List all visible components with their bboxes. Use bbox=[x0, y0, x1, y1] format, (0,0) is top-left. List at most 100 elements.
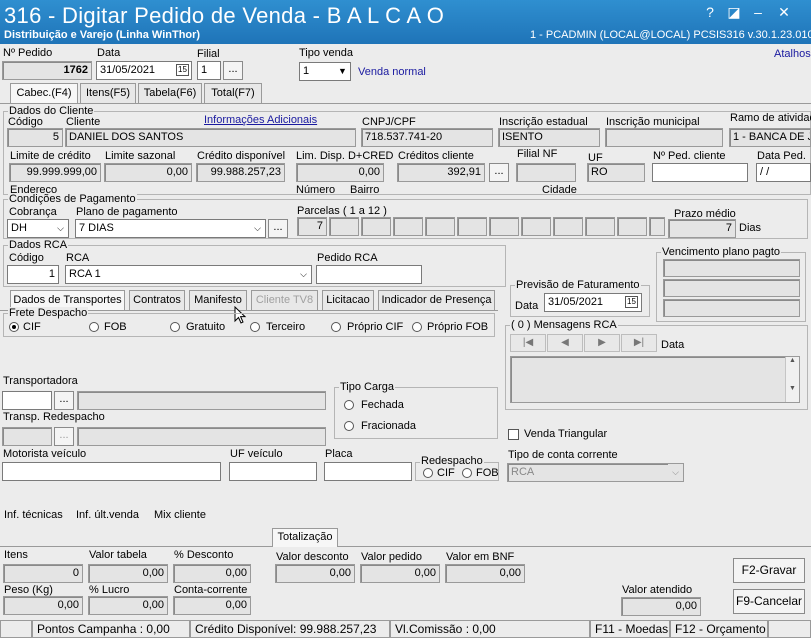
frete-cif-label: CIF bbox=[23, 321, 41, 333]
tab-totalizacao[interactable]: Totalização bbox=[272, 528, 338, 547]
status-f11-moedas[interactable]: F11 - Moedas bbox=[590, 620, 670, 638]
help-icon[interactable]: ? bbox=[698, 2, 722, 22]
conta-corrente-type-label: Tipo de conta corrente bbox=[508, 449, 618, 461]
status-f12-orcamento[interactable]: F12 - Orçamento bbox=[670, 620, 768, 638]
gravar-button[interactable]: F2-Gravar bbox=[733, 558, 805, 583]
tab-contratos[interactable]: Contratos bbox=[129, 290, 185, 310]
cliente-field: DANIEL DOS SANTOS bbox=[65, 128, 356, 147]
first-record-icon[interactable]: |◀ bbox=[510, 334, 546, 352]
chevron-down-icon: ▼ bbox=[335, 63, 350, 80]
parcela-5 bbox=[425, 217, 455, 236]
tab-cliente-tv8[interactable]: Cliente TV8 bbox=[251, 290, 318, 310]
rca-group-label: Dados RCA bbox=[8, 239, 69, 251]
tab-indicador-presenca[interactable]: Indicador de Presença bbox=[378, 290, 495, 310]
next-record-icon[interactable]: ▶ bbox=[584, 334, 620, 352]
tipo-venda-select[interactable]: 1 ▼ bbox=[299, 62, 351, 81]
redespacho-search-button[interactable]: ... bbox=[54, 427, 74, 446]
status-comissao: Vl.Comissão : 0,00 bbox=[390, 620, 590, 638]
limdisp-label: Lim. Disp. D+CRED bbox=[296, 150, 394, 162]
parcela-4 bbox=[393, 217, 423, 236]
status-credito: Crédito Disponível: 99.988.257,23 bbox=[190, 620, 390, 638]
transportadora-search-button[interactable]: ... bbox=[54, 391, 74, 410]
sazonal-field: 0,00 bbox=[104, 163, 192, 182]
placa-field[interactable] bbox=[324, 462, 412, 481]
mensagens-scrollbar[interactable]: ▲ ▼ bbox=[785, 357, 799, 402]
motorista-label: Motorista veículo bbox=[3, 448, 87, 460]
tipo-venda-desc: Venda normal bbox=[358, 66, 426, 78]
creditos-field: 392,91 bbox=[397, 163, 485, 182]
pedido-rca-label: Pedido RCA bbox=[317, 252, 378, 264]
tab-total[interactable]: Total(F7) bbox=[204, 83, 262, 103]
frete-cif-radio[interactable] bbox=[9, 322, 19, 332]
mix-cliente-link[interactable]: Mix cliente bbox=[154, 509, 206, 521]
valor-tabela-label: Valor tabela bbox=[89, 549, 147, 561]
cobranca-label: Cobrança bbox=[9, 206, 57, 218]
inf-tecnicas-link[interactable]: Inf. técnicas bbox=[4, 509, 63, 521]
filial-field[interactable]: 1 bbox=[197, 61, 221, 80]
venda-triangular-checkbox[interactable] bbox=[508, 429, 519, 440]
frete-gratuito-radio[interactable] bbox=[170, 322, 180, 332]
carga-fechada-radio[interactable] bbox=[344, 400, 354, 410]
close-icon[interactable]: ✕ bbox=[772, 2, 796, 22]
last-record-icon[interactable]: ▶| bbox=[621, 334, 657, 352]
valor-atendido-field: 0,00 bbox=[621, 597, 701, 616]
inf-ult-venda-link[interactable]: Inf. últ.venda bbox=[76, 509, 139, 521]
redespacho-fob-label: FOB bbox=[476, 467, 499, 479]
frete-proprio-cif-radio[interactable] bbox=[331, 322, 341, 332]
frete-terceiro-label: Terceiro bbox=[266, 321, 306, 333]
pedido-rca-field[interactable] bbox=[316, 265, 422, 284]
mensagens-data-label: Data bbox=[661, 339, 685, 351]
redespacho-fob-radio[interactable] bbox=[462, 468, 472, 478]
rca-select[interactable]: RCA 1 ⌵ bbox=[65, 265, 312, 284]
carga-fracionada-radio[interactable] bbox=[344, 421, 354, 431]
itens-label: Itens bbox=[4, 549, 28, 561]
limite-label: Limite de crédito bbox=[10, 150, 91, 162]
redespacho-label: Transp. Redespacho bbox=[3, 411, 105, 423]
pedcli-field[interactable] bbox=[652, 163, 748, 182]
tab-licitacao[interactable]: Licitacao bbox=[322, 290, 374, 310]
restore-icon[interactable]: ◪ bbox=[722, 2, 746, 22]
pagamento-group-label: Condições de Pagamento bbox=[8, 193, 137, 205]
venda-triangular-label: Venda Triangular bbox=[524, 428, 608, 440]
frete-gratuito-label: Gratuito bbox=[186, 321, 226, 333]
motorista-field[interactable] bbox=[2, 462, 221, 481]
tab-itens[interactable]: Itens(F5) bbox=[80, 83, 136, 103]
cobranca-select[interactable]: DH ⌵ bbox=[7, 219, 69, 238]
plano-select[interactable]: 7 DIAS ⌵ bbox=[75, 219, 266, 238]
atalhos-link[interactable]: Atalhos bbox=[774, 48, 811, 60]
minimize-icon[interactable]: – bbox=[746, 2, 770, 22]
vencimento-row-1 bbox=[663, 259, 800, 277]
chevron-down-icon: ⌵ bbox=[296, 266, 311, 283]
placa-label: Placa bbox=[325, 448, 353, 460]
transportadora-code-field[interactable] bbox=[2, 391, 52, 410]
rca-codigo-field[interactable]: 1 bbox=[7, 265, 59, 284]
calendar-icon[interactable]: 15 bbox=[176, 64, 189, 76]
parcela-1: 7 bbox=[297, 217, 327, 236]
tab-cabec[interactable]: Cabec.(F4) bbox=[10, 83, 78, 103]
filial-search-button[interactable]: ... bbox=[223, 61, 243, 80]
frete-proprio-fob-radio[interactable] bbox=[412, 322, 422, 332]
conta-corrente-type-select[interactable]: RCA ⌵ bbox=[507, 463, 684, 482]
limite-field: 99.999.999,00 bbox=[9, 163, 101, 182]
tab-tabela[interactable]: Tabela(F6) bbox=[138, 83, 202, 103]
frete-fob-label: FOB bbox=[104, 321, 127, 333]
calendar-icon[interactable]: 15 bbox=[625, 296, 638, 308]
informacoes-adicionais-link[interactable]: Informações Adicionais bbox=[204, 114, 317, 126]
cliente-label: Cliente bbox=[66, 116, 101, 128]
tipo-carga-label: Tipo Carga bbox=[339, 381, 396, 393]
uf-veiculo-field[interactable] bbox=[229, 462, 317, 481]
peso-field: 0,00 bbox=[3, 596, 83, 615]
redespacho-group-label: Redespacho bbox=[420, 455, 484, 467]
parcelas-label: Parcelas ( 1 a 12 ) bbox=[297, 205, 387, 217]
transportadora-name-field bbox=[77, 391, 326, 410]
dataped-field[interactable]: / / bbox=[756, 163, 811, 182]
prev-record-icon[interactable]: ◀ bbox=[547, 334, 583, 352]
plano-value: 7 DIAS bbox=[79, 222, 114, 234]
plano-search-button[interactable]: ... bbox=[268, 219, 288, 238]
frete-fob-radio[interactable] bbox=[89, 322, 99, 332]
cancelar-button[interactable]: F9-Cancelar bbox=[733, 589, 805, 614]
creditos-search-button[interactable]: ... bbox=[489, 163, 509, 182]
frete-terceiro-radio[interactable] bbox=[250, 322, 260, 332]
redespacho-cif-radio[interactable] bbox=[423, 468, 433, 478]
pedido-label: Nº Pedido bbox=[3, 47, 53, 59]
